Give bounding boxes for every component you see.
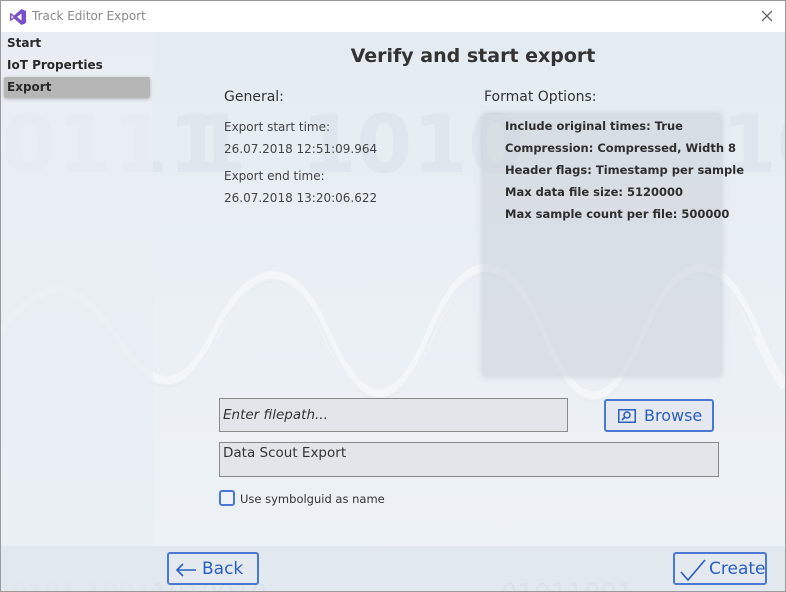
export-name-field[interactable]: Data Scout Export bbox=[219, 442, 719, 477]
checkmark-icon bbox=[680, 559, 706, 582]
format-option: Include original times: True bbox=[505, 119, 683, 133]
format-option: Header flags: Timestamp per sample bbox=[505, 163, 745, 177]
filepath-input[interactable] bbox=[219, 398, 568, 432]
sidebar-item-iot-properties[interactable]: IoT Properties bbox=[4, 55, 150, 76]
use-symbolguid-label[interactable]: Use symbolguid as name bbox=[240, 492, 385, 506]
visual-studio-icon bbox=[10, 9, 26, 25]
wizard-body: 0111 1 1010 10 0101 10011010010 01011001… bbox=[1, 32, 785, 591]
page-title: Verify and start export bbox=[350, 45, 596, 67]
use-symbolguid-checkbox[interactable] bbox=[219, 490, 235, 506]
sidebar-item-start[interactable]: Start bbox=[4, 33, 150, 54]
format-option: Compression: Compressed, Width 8 bbox=[505, 141, 737, 155]
arrow-left-icon bbox=[175, 563, 196, 577]
format-options-panel: Include original times: True Compression… bbox=[483, 114, 744, 376]
export-start-value: 26.07.2018 12:51:09.964 bbox=[224, 142, 378, 156]
general-label: General: bbox=[224, 89, 284, 105]
folder-search-icon bbox=[618, 409, 636, 423]
export-end-label: Export end time: bbox=[224, 169, 325, 183]
sidebar: Start IoT Properties Export bbox=[1, 32, 153, 591]
create-button[interactable]: Create bbox=[673, 552, 767, 585]
export-start-label: Export start time: bbox=[224, 120, 331, 134]
create-label: Create bbox=[709, 559, 766, 579]
footer-strip bbox=[1, 546, 785, 591]
close-button[interactable] bbox=[755, 5, 779, 27]
window-title: Track Editor Export bbox=[32, 9, 146, 23]
close-icon bbox=[761, 10, 773, 22]
format-option: Max sample count per file: 500000 bbox=[505, 207, 730, 221]
back-button[interactable]: Back bbox=[167, 552, 259, 585]
browse-button[interactable]: Browse bbox=[604, 399, 714, 432]
browse-label: Browse bbox=[644, 406, 703, 425]
title-bar: Track Editor Export bbox=[1, 1, 785, 32]
back-label: Back bbox=[202, 559, 244, 579]
export-end-value: 26.07.2018 13:20:06.622 bbox=[224, 191, 378, 205]
sidebar-item-export[interactable]: Export bbox=[4, 77, 150, 98]
format-options-label: Format Options: bbox=[484, 89, 597, 105]
format-option: Max data file size: 5120000 bbox=[505, 185, 684, 199]
export-window: Track Editor Export 0111 1 1010 10 0101 … bbox=[0, 0, 786, 592]
